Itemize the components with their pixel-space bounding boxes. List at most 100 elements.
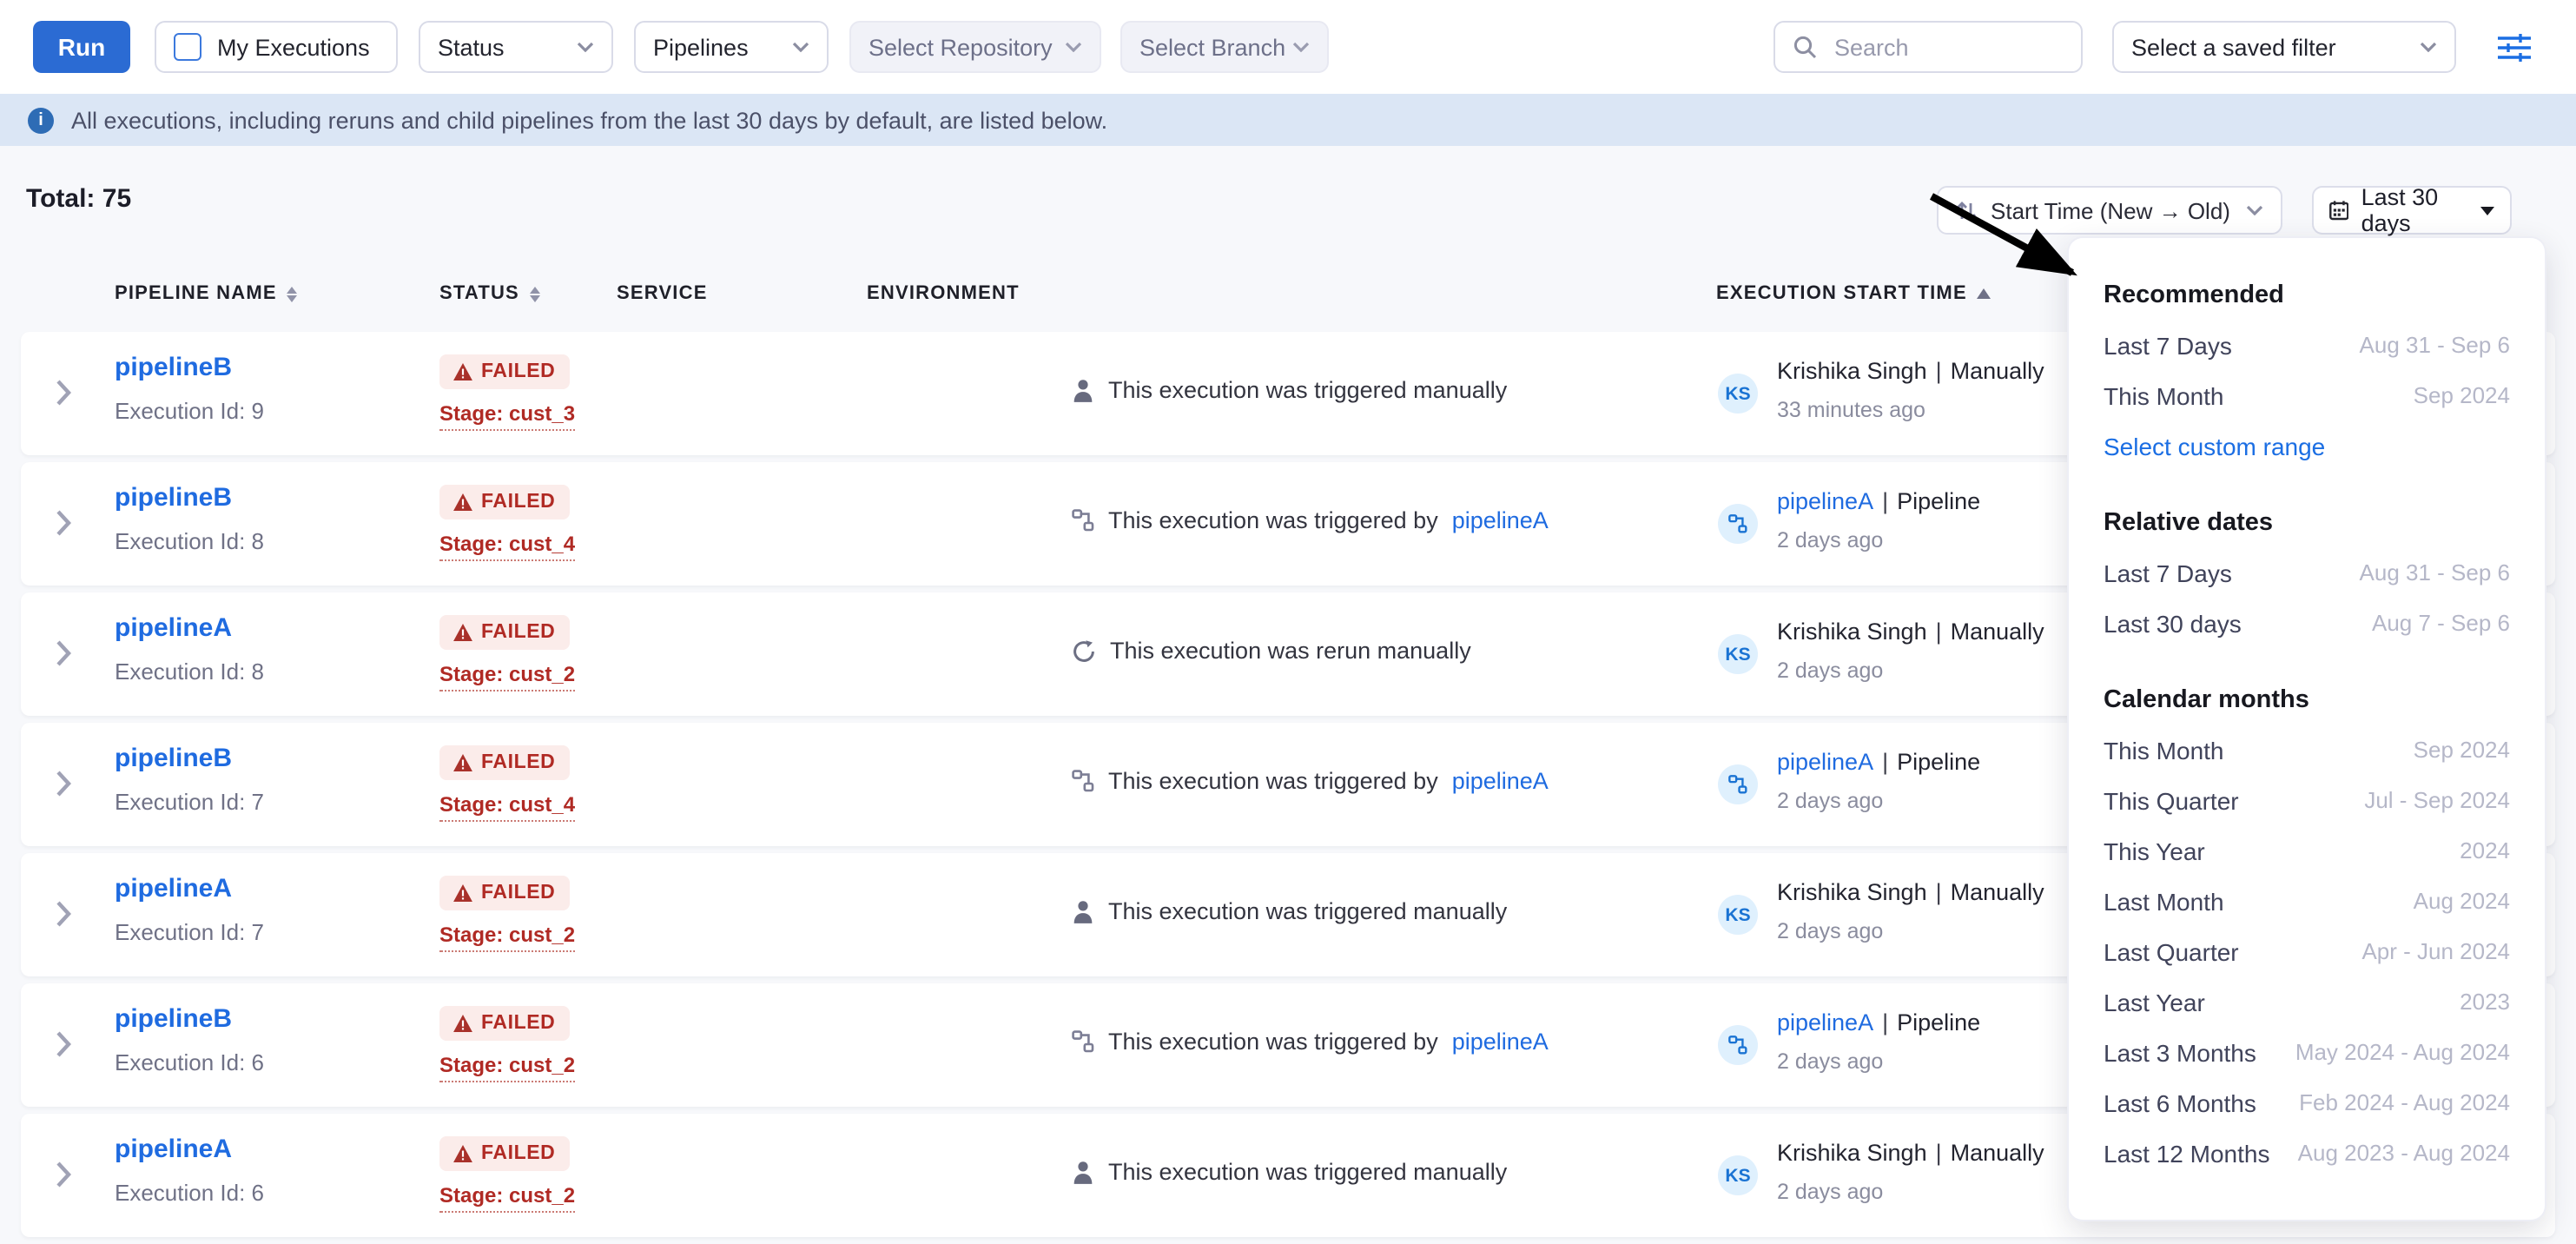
menu-item-this-quarter[interactable]: This Quarter Jul - Sep 2024	[2104, 775, 2510, 825]
menu-item-last-7-days[interactable]: Last 7 Days Aug 31 - Sep 6	[2104, 320, 2510, 370]
my-executions-toggle[interactable]: My Executions	[155, 21, 398, 73]
row-expand-chevron-icon[interactable]	[56, 639, 71, 667]
row-expand-chevron-icon[interactable]	[56, 770, 71, 797]
info-icon: i	[28, 107, 54, 133]
trigger-pipeline-link[interactable]: pipelineA	[1452, 768, 1549, 794]
menu-item-last-7-days[interactable]: Last 7 Days Aug 31 - Sep 6	[2104, 547, 2510, 598]
avatar: KS	[1718, 1155, 1758, 1195]
pipeline-name-link[interactable]: pipelineA	[115, 874, 232, 903]
run-button[interactable]: Run	[33, 21, 130, 73]
menu-item-last-3-months[interactable]: Last 3 Months May 2024 - Aug 2024	[2104, 1027, 2510, 1077]
failed-stage-link[interactable]: Stage: cust_2	[439, 1183, 575, 1213]
search-box[interactable]	[1773, 21, 2083, 73]
status-filter-dropdown[interactable]: Status	[419, 21, 613, 73]
rerun-icon	[1072, 639, 1096, 663]
execution-id: Execution Id: 7	[115, 919, 264, 945]
menu-item-this-month[interactable]: This Month Sep 2024	[2104, 370, 2510, 420]
actor-info: Krishika Singh|Manually	[1777, 1140, 2044, 1166]
avatar: KS	[1718, 374, 1758, 414]
row-expand-chevron-icon[interactable]	[56, 900, 71, 928]
row-expand-chevron-icon[interactable]	[56, 509, 71, 537]
menu-section-header: Recommended	[2104, 269, 2510, 320]
status-badge: FAILED	[439, 1136, 569, 1171]
menu-item-last-month[interactable]: Last Month Aug 2024	[2104, 876, 2510, 926]
trigger-pipeline-link[interactable]: pipelineA	[1452, 1029, 1549, 1055]
top-toolbar: Run My Executions Status Pipelines Selec…	[0, 0, 2576, 94]
actor-pipeline-link[interactable]: pipelineA	[1777, 1009, 1873, 1036]
failed-stage-link[interactable]: Stage: cust_4	[439, 792, 575, 822]
menu-item-last-quarter[interactable]: Last Quarter Apr - Jun 2024	[2104, 926, 2510, 976]
info-banner: i All executions, including reruns and c…	[0, 94, 2576, 146]
menu-item-last-year[interactable]: Last Year 2023	[2104, 976, 2510, 1027]
trigger-info: This execution was triggered manually	[1072, 377, 1507, 403]
pipeline-name-link[interactable]: pipelineB	[115, 744, 232, 773]
info-banner-text: All executions, including reruns and chi…	[71, 107, 1107, 133]
trigger-message: This execution was triggered by	[1108, 507, 1438, 533]
search-input[interactable]	[1831, 32, 2046, 62]
column-header-service: SERVICE	[617, 283, 708, 304]
menu-item-last-30-days[interactable]: Last 30 days Aug 7 - Sep 6	[2104, 598, 2510, 648]
row-expand-chevron-icon[interactable]	[56, 1030, 71, 1058]
pipeline-name-link[interactable]: pipelineB	[115, 1004, 232, 1034]
pipeline-name-link[interactable]: pipelineB	[115, 483, 232, 513]
menu-item-last-12-months[interactable]: Last 12 Months Aug 2023 - Aug 2024	[2104, 1128, 2510, 1178]
row-expand-chevron-icon[interactable]	[56, 1161, 71, 1188]
failed-stage-link[interactable]: Stage: cust_2	[439, 662, 575, 691]
trigger-message: This execution was triggered manually	[1108, 898, 1507, 924]
column-header-status[interactable]: STATUS	[439, 283, 540, 304]
pipeline-icon	[1072, 770, 1094, 792]
saved-filter-dropdown[interactable]: Select a saved filter	[2112, 21, 2456, 73]
execution-id: Execution Id: 7	[115, 789, 264, 815]
pipelines-filter-dropdown[interactable]: Pipelines	[634, 21, 829, 73]
execution-id: Execution Id: 9	[115, 398, 264, 424]
trigger-info: This execution was triggered manually	[1072, 1159, 1507, 1185]
column-sort-icon[interactable]	[287, 286, 298, 301]
failed-stage-link[interactable]: Stage: cust_4	[439, 532, 575, 561]
start-time: 2 days ago	[1777, 528, 1883, 553]
chevron-down-icon	[1065, 42, 1082, 52]
trigger-pipeline-link[interactable]: pipelineA	[1452, 507, 1549, 533]
failed-stage-link[interactable]: Stage: cust_2	[439, 1053, 575, 1082]
user-icon	[1072, 899, 1094, 923]
failed-stage-link[interactable]: Stage: cust_2	[439, 923, 575, 952]
pipelines-filter-label: Pipelines	[653, 34, 749, 60]
status-badge: FAILED	[439, 876, 569, 910]
filter-sliders-icon[interactable]	[2498, 32, 2531, 62]
select-repository-dropdown[interactable]: Select Repository	[849, 21, 1101, 73]
pipeline-name-link[interactable]: pipelineA	[115, 613, 232, 643]
pipeline-icon	[1072, 509, 1094, 532]
actor-pipeline-link[interactable]: pipelineA	[1777, 488, 1873, 514]
menu-item-this-year[interactable]: This Year 2024	[2104, 825, 2510, 876]
total-count: Total: 75	[26, 184, 131, 214]
caret-down-icon	[2480, 206, 2494, 215]
column-header-execution-start-time[interactable]: EXECUTION START TIME	[1716, 283, 1991, 304]
avatar-pipeline	[1718, 1025, 1758, 1065]
menu-item-last-6-months[interactable]: Last 6 Months Feb 2024 - Aug 2024	[2104, 1077, 2510, 1128]
date-range-button[interactable]: Last 30 days	[2312, 186, 2512, 235]
pipeline-name-link[interactable]: pipelineA	[115, 1135, 232, 1164]
actor-pipeline-link[interactable]: pipelineA	[1777, 749, 1873, 775]
column-sort-icon[interactable]	[530, 286, 540, 301]
avatar-pipeline	[1718, 504, 1758, 544]
execution-id: Execution Id: 6	[115, 1049, 264, 1075]
warning-triangle-icon	[453, 1145, 472, 1162]
status-badge: FAILED	[439, 745, 569, 780]
select-custom-range-link[interactable]: Select custom range	[2104, 420, 2510, 471]
avatar: KS	[1718, 895, 1758, 935]
select-branch-dropdown[interactable]: Select Branch	[1120, 21, 1329, 73]
pipeline-name-link[interactable]: pipelineB	[115, 353, 232, 382]
chevron-down-icon	[792, 42, 809, 52]
user-icon	[1072, 378, 1094, 402]
menu-item-this-month[interactable]: This Month Sep 2024	[2104, 725, 2510, 775]
start-time: 2 days ago	[1777, 789, 1883, 813]
column-header-pipeline-name[interactable]: PIPELINE NAME	[115, 283, 298, 304]
execution-id: Execution Id: 6	[115, 1180, 264, 1206]
sort-dropdown[interactable]: Start Time (New → Old)	[1937, 186, 2282, 235]
trigger-message: This execution was triggered manually	[1108, 377, 1507, 403]
actor-info: pipelineA|Pipeline	[1777, 749, 1980, 775]
my-executions-checkbox[interactable]	[174, 33, 201, 61]
row-expand-chevron-icon[interactable]	[56, 379, 71, 407]
my-executions-label: My Executions	[217, 34, 370, 60]
actor-info: Krishika Singh|Manually	[1777, 879, 2044, 905]
failed-stage-link[interactable]: Stage: cust_3	[439, 401, 575, 431]
